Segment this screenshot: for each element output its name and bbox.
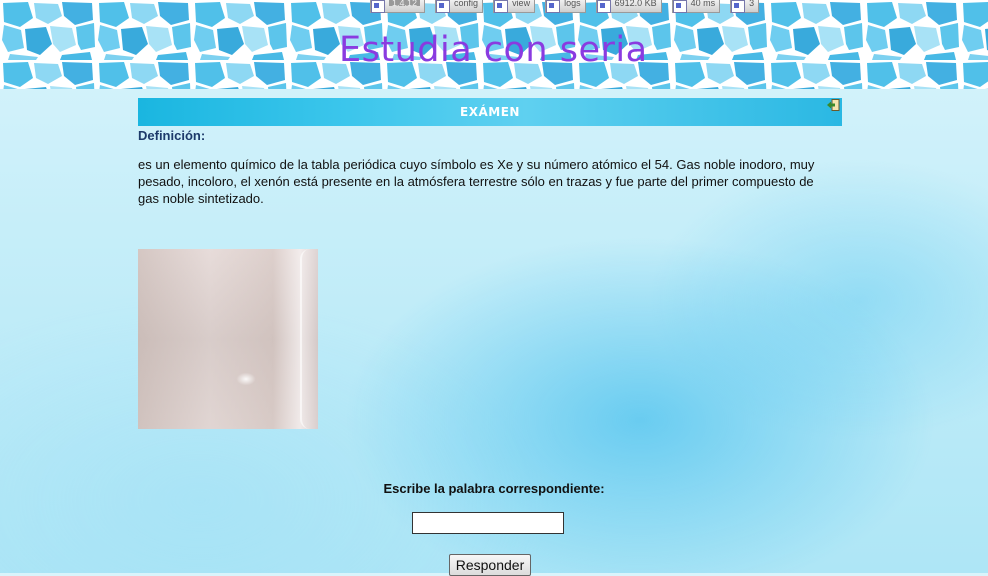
debug-icon [672, 0, 687, 13]
debug-icon [371, 0, 385, 13]
debug-icon [546, 0, 561, 13]
toolbar-version[interactable]: 1.4.12 [370, 0, 426, 13]
answer-input[interactable] [412, 512, 564, 534]
answer-label: Escribe la palabra correspondiente: [383, 481, 605, 496]
definition-label: Definición: [138, 128, 206, 143]
toolbar-memory-label: 6912.0 KB [614, 0, 657, 8]
toolbar-version-label: 1.4.12 [389, 0, 421, 8]
toolbar-config-label: config [454, 0, 479, 8]
toolbar-queries[interactable]: 3 [730, 0, 760, 13]
exam-header-bar: EXÁMEN [138, 98, 842, 126]
toolbar-time[interactable]: 40 ms [671, 0, 721, 13]
exit-icon[interactable] [827, 99, 840, 111]
toolbar-time-label: 40 ms [690, 0, 716, 8]
toolbar-logs[interactable]: logs [545, 0, 586, 13]
exam-title: EXÁMEN [460, 105, 520, 119]
toolbar-queries-label: 3 [749, 0, 755, 8]
definition-text: es un elemento químico de la tabla perió… [138, 157, 815, 206]
xenon-gas-tube-photo [138, 249, 318, 429]
toolbar-config[interactable]: config [435, 0, 484, 13]
debug-toolbar: 1.4.12 config view logs 6912.0 KB 40 ms … [370, 0, 769, 13]
site-title: Estudia con seria [339, 30, 648, 70]
toolbar-memory[interactable]: 6912.0 KB [595, 0, 662, 13]
debug-icon [731, 0, 746, 13]
toolbar-view-label: view [512, 0, 531, 8]
debug-icon [596, 0, 611, 13]
toolbar-logs-label: logs [564, 0, 581, 8]
header-banner: Estudia con seria [0, 0, 988, 89]
toolbar-view[interactable]: view [493, 0, 536, 13]
debug-icon [436, 0, 451, 13]
debug-icon [494, 0, 509, 13]
